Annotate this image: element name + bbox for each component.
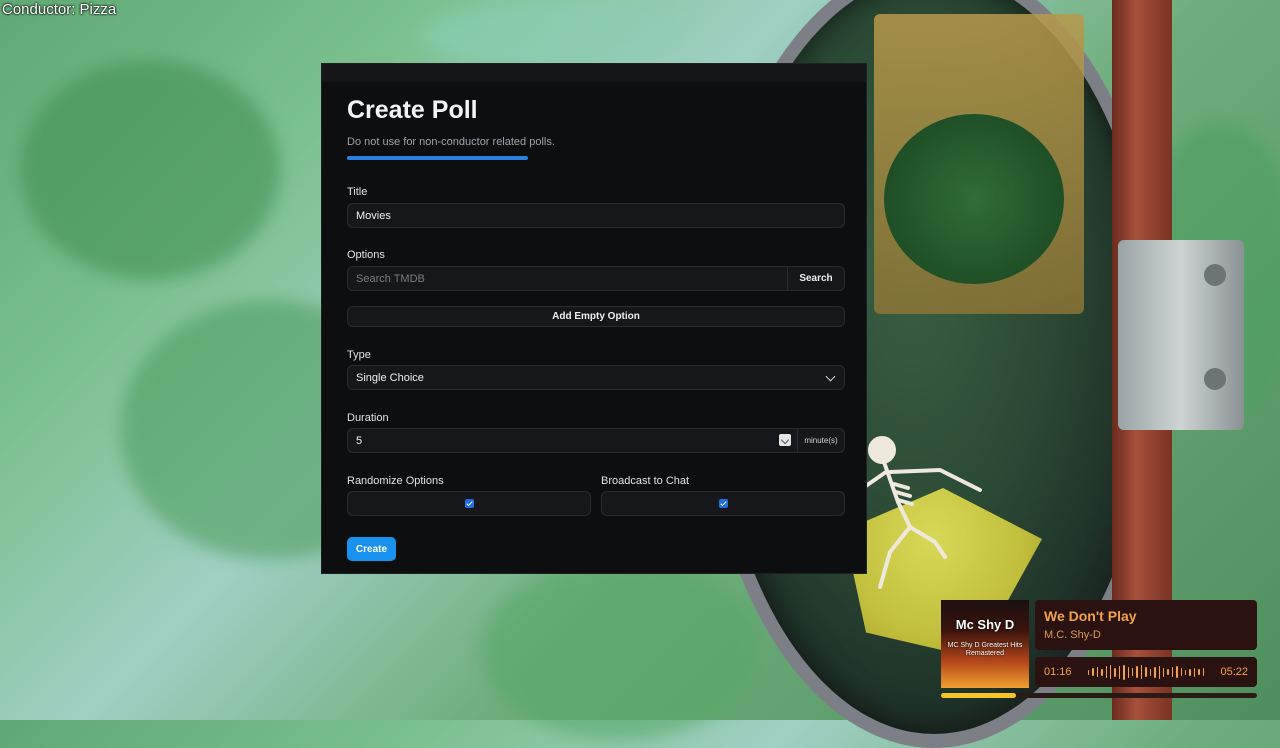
waveform-bar	[1136, 666, 1138, 678]
duration-label: Duration	[347, 412, 389, 424]
mirror-bracket	[1118, 240, 1244, 430]
broadcast-checkbox[interactable]	[719, 499, 728, 508]
randomize-checkbox[interactable]	[465, 499, 474, 508]
album-subtitle: MC Shy D Greatest Hits Remastered	[947, 642, 1023, 657]
duration-input[interactable]: 5 minute(s)	[347, 428, 845, 453]
type-label: Type	[347, 349, 371, 361]
album-title: Mc Shy D	[955, 617, 1015, 632]
sky-patch	[420, 0, 680, 70]
search-button[interactable]: Search	[787, 267, 844, 290]
waveform-bar	[1176, 666, 1178, 678]
randomize-field	[347, 491, 591, 516]
waveform-bar	[1162, 667, 1165, 677]
title-input[interactable]: Movies	[347, 203, 845, 228]
waveform-bar	[1110, 665, 1112, 679]
progress-bar	[347, 156, 528, 160]
waveform-bar	[1123, 664, 1125, 680]
mirror-tree	[884, 114, 1064, 284]
waveform-bar	[1189, 668, 1191, 676]
foliage	[20, 60, 280, 280]
skeleton-figure	[858, 436, 982, 589]
add-empty-option-button[interactable]: Add Empty Option	[347, 306, 845, 327]
duration-value: 5	[356, 434, 363, 447]
create-button[interactable]: Create	[347, 537, 396, 561]
options-label: Options	[347, 249, 385, 261]
waveform-bar	[1167, 669, 1169, 675]
broadcast-field	[601, 491, 845, 516]
subtitle: Do not use for non-conductor related pol…	[347, 136, 555, 148]
waveform-bar	[1127, 666, 1130, 678]
waveform-bar	[1088, 669, 1090, 675]
title-label: Title	[347, 186, 368, 198]
waveform-bar	[1140, 665, 1143, 679]
playback-progress-fill	[941, 693, 1016, 698]
waveform-bar	[1154, 666, 1156, 678]
waveform-bar	[1132, 668, 1134, 676]
waveform-bar	[1118, 665, 1121, 679]
title-input-value: Movies	[356, 209, 391, 222]
waveform-bar	[1184, 669, 1187, 675]
chevron-down-icon	[825, 371, 836, 382]
waveform-bar	[1145, 667, 1147, 677]
waveform-bar	[1092, 668, 1094, 676]
waveform-bar	[1149, 668, 1152, 676]
type-selected-value: Single Choice	[356, 371, 424, 384]
type-select[interactable]: Single Choice	[347, 365, 845, 390]
waveform-bar	[1105, 666, 1108, 678]
now-playing-info: We Don't Play M.C. Shy-D	[1035, 600, 1257, 650]
tmdb-search-input[interactable]: Search TMDB Search	[347, 266, 845, 291]
create-poll-dialog: Create Poll Do not use for non-conductor…	[321, 63, 867, 574]
waveform-visualizer	[1088, 664, 1204, 680]
waveform-bar	[1096, 667, 1099, 677]
broadcast-label: Broadcast to Chat	[601, 475, 690, 487]
number-spinner-icon[interactable]	[779, 434, 791, 446]
waveform-bar	[1171, 667, 1174, 677]
playback-time: 01:16 05:22	[1035, 657, 1257, 687]
waveform-bar	[1193, 667, 1196, 677]
album-art: Mc Shy D MC Shy D Greatest Hits Remaster…	[941, 600, 1029, 688]
duration-unit: minute(s)	[797, 429, 844, 452]
foliage	[480, 560, 760, 740]
waveform-bar	[1101, 668, 1103, 676]
playback-progress-bar	[941, 693, 1257, 698]
elapsed-time: 01:16	[1044, 666, 1072, 678]
track-artist: M.C. Shy-D	[1044, 629, 1101, 641]
waveform-bar	[1180, 668, 1182, 676]
waveform-bar	[1198, 669, 1200, 675]
waveform-bar	[1158, 665, 1160, 679]
search-placeholder: Search TMDB	[356, 272, 425, 285]
randomize-label: Randomize Options	[347, 475, 444, 487]
page-title: Create Poll	[347, 96, 478, 124]
total-duration: 05:22	[1220, 666, 1248, 678]
waveform-bar	[1202, 668, 1204, 676]
track-title: We Don't Play	[1044, 608, 1137, 624]
waveform-bar	[1114, 667, 1116, 677]
conductor-label: Conductor: Pizza	[2, 1, 117, 18]
